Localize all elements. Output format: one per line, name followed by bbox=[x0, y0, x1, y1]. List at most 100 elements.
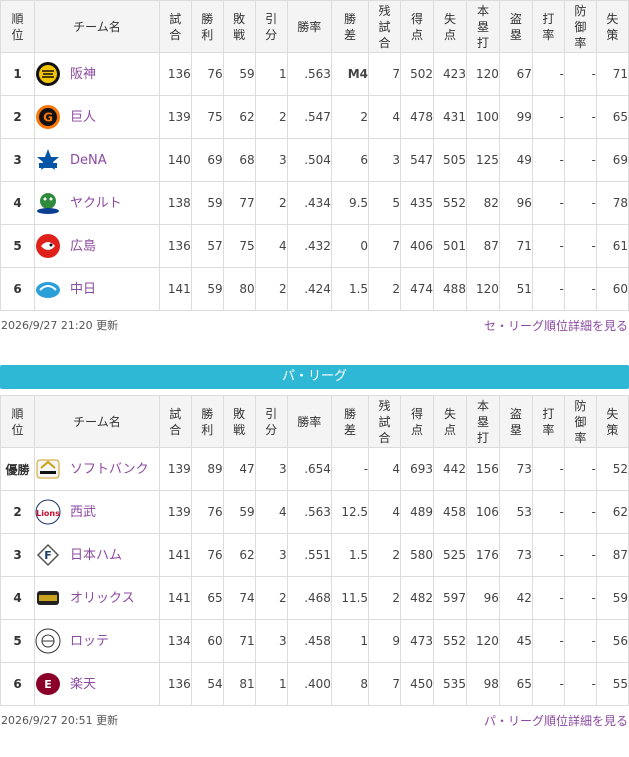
era-cell: - bbox=[563, 490, 597, 534]
remaining-games-cell: 3 bbox=[368, 138, 401, 182]
team-link[interactable]: 広島 bbox=[35, 233, 159, 259]
remaining-games-cell: 4 bbox=[368, 447, 401, 491]
games-cell: 139 bbox=[158, 95, 192, 139]
team-link[interactable]: ロッテ bbox=[35, 628, 159, 654]
team-name[interactable]: 阪神 bbox=[70, 66, 96, 83]
column-header: 残試合 bbox=[368, 0, 401, 53]
team-name[interactable]: 巨人 bbox=[70, 109, 96, 126]
batting-avg-cell: - bbox=[531, 138, 565, 182]
stolen-bases-cell: 73 bbox=[498, 447, 533, 491]
games-cell: 141 bbox=[158, 267, 192, 311]
remaining-games-cell: 7 bbox=[368, 662, 401, 706]
team-cell: ロッテ bbox=[34, 619, 160, 663]
runs-allowed-cell: 597 bbox=[432, 576, 467, 620]
team-link[interactable]: ヤクルト bbox=[35, 190, 159, 216]
losses-cell: 74 bbox=[222, 576, 256, 620]
team-link[interactable]: 阪神 bbox=[35, 61, 159, 87]
stolen-bases-cell: 42 bbox=[498, 576, 533, 620]
stolen-bases-cell: 67 bbox=[498, 52, 533, 96]
central-footer: 2026/9/27 21:20 更新 セ・リーグ順位詳細を見る bbox=[0, 311, 629, 339]
rank-cell: 3 bbox=[0, 533, 36, 577]
era-cell: - bbox=[563, 95, 597, 139]
runs-scored-cell: 435 bbox=[399, 181, 434, 225]
draws-cell: 2 bbox=[254, 181, 288, 225]
team-name[interactable]: 広島 bbox=[70, 238, 96, 255]
losses-cell: 47 bbox=[222, 447, 256, 491]
team-link[interactable]: E 楽天 bbox=[35, 671, 159, 697]
era-cell: - bbox=[563, 224, 597, 268]
losses-cell: 80 bbox=[222, 267, 256, 311]
draws-cell: 4 bbox=[254, 224, 288, 268]
home-runs-cell: 82 bbox=[465, 181, 500, 225]
team-name[interactable]: 楽天 bbox=[70, 676, 96, 693]
team-name[interactable]: DeNA bbox=[70, 152, 107, 169]
column-header: 防御率 bbox=[563, 395, 597, 448]
central-detail-link[interactable]: セ・リーグ順位詳細を見る bbox=[484, 317, 628, 334]
era-cell: - bbox=[563, 267, 597, 311]
carp-logo-icon bbox=[36, 234, 61, 258]
buffaloes-logo-icon bbox=[37, 591, 60, 605]
games-cell: 139 bbox=[158, 490, 192, 534]
home-runs-cell: 156 bbox=[465, 447, 500, 491]
stolen-bases-cell: 53 bbox=[498, 490, 533, 534]
rank-cell: 1 bbox=[0, 52, 36, 96]
team-name[interactable]: ヤクルト bbox=[70, 195, 122, 212]
era-cell: - bbox=[563, 447, 597, 491]
svg-text:F: F bbox=[44, 549, 52, 562]
tigers-logo-icon bbox=[36, 62, 61, 86]
losses-cell: 59 bbox=[222, 490, 256, 534]
header-row: 順位チーム名試合勝利敗戦引分勝率勝差残試合得点失点本塁打盗塁打率防御率失策 bbox=[0, 0, 629, 53]
column-header: 勝利 bbox=[190, 395, 224, 448]
column-header: 失策 bbox=[595, 395, 629, 448]
team-link[interactable]: 中日 bbox=[35, 276, 159, 302]
team-link[interactable]: ソフトバンク bbox=[35, 456, 159, 482]
team-link[interactable]: オリックス bbox=[35, 585, 159, 611]
win-pct-cell: .432 bbox=[286, 224, 332, 268]
team-name[interactable]: ソフトバンク bbox=[70, 461, 149, 478]
header-row: 順位チーム名試合勝利敗戦引分勝率勝差残試合得点失点本塁打盗塁打率防御率失策 bbox=[0, 395, 629, 448]
column-header: 失点 bbox=[432, 0, 467, 53]
batting-avg-cell: - bbox=[531, 224, 565, 268]
team-link[interactable]: G 巨人 bbox=[35, 104, 159, 130]
draws-cell: 3 bbox=[254, 619, 288, 663]
win-pct-cell: .563 bbox=[286, 52, 332, 96]
team-link[interactable]: Lions 西武 bbox=[35, 499, 159, 525]
pacific-detail-link[interactable]: パ・リーグ順位詳細を見る bbox=[484, 712, 628, 729]
team-cell: 広島 bbox=[34, 224, 160, 268]
win-pct-cell: .424 bbox=[286, 267, 332, 311]
swallows-logo-icon bbox=[37, 193, 60, 214]
remaining-games-cell: 2 bbox=[368, 267, 401, 311]
home-runs-cell: 176 bbox=[465, 533, 500, 577]
team-name[interactable]: 日本ハム bbox=[70, 547, 122, 564]
games-cell: 136 bbox=[158, 52, 192, 96]
team-name[interactable]: ロッテ bbox=[70, 633, 109, 650]
remaining-games-cell: 4 bbox=[368, 95, 401, 139]
column-header: 失策 bbox=[595, 0, 629, 53]
draws-cell: 1 bbox=[254, 52, 288, 96]
rank-cell: 6 bbox=[0, 662, 36, 706]
games-behind-cell: 11.5 bbox=[330, 576, 370, 620]
column-header: 盗塁 bbox=[498, 395, 533, 448]
era-cell: - bbox=[563, 619, 597, 663]
team-name[interactable]: 西武 bbox=[70, 504, 96, 521]
team-row: 3 F 日本ハム 141 76 62 3.551 1.5 2 580 525 176 73- -87 bbox=[0, 533, 629, 577]
runs-allowed-cell: 525 bbox=[432, 533, 467, 577]
team-name[interactable]: 中日 bbox=[70, 281, 96, 298]
team-link[interactable]: F 日本ハム bbox=[35, 542, 159, 568]
errors-cell: 56 bbox=[595, 619, 629, 663]
runs-scored-cell: 547 bbox=[399, 138, 434, 182]
losses-cell: 68 bbox=[222, 138, 256, 182]
team-name[interactable]: オリックス bbox=[70, 590, 135, 607]
pacific-league-table: 順位チーム名試合勝利敗戦引分勝率勝差残試合得点失点本塁打盗塁打率防御率失策 優勝… bbox=[0, 395, 629, 706]
errors-cell: 61 bbox=[595, 224, 629, 268]
games-cell: 134 bbox=[158, 619, 192, 663]
win-pct-cell: .434 bbox=[286, 181, 332, 225]
team-link[interactable]: DeNA bbox=[35, 147, 159, 173]
home-runs-cell: 120 bbox=[465, 267, 500, 311]
games-behind-cell: - bbox=[330, 447, 370, 491]
hawks-logo-icon bbox=[36, 459, 60, 479]
home-runs-cell: 100 bbox=[465, 95, 500, 139]
win-pct-cell: .468 bbox=[286, 576, 332, 620]
team-cell: Lions 西武 bbox=[34, 490, 160, 534]
stolen-bases-cell: 45 bbox=[498, 619, 533, 663]
